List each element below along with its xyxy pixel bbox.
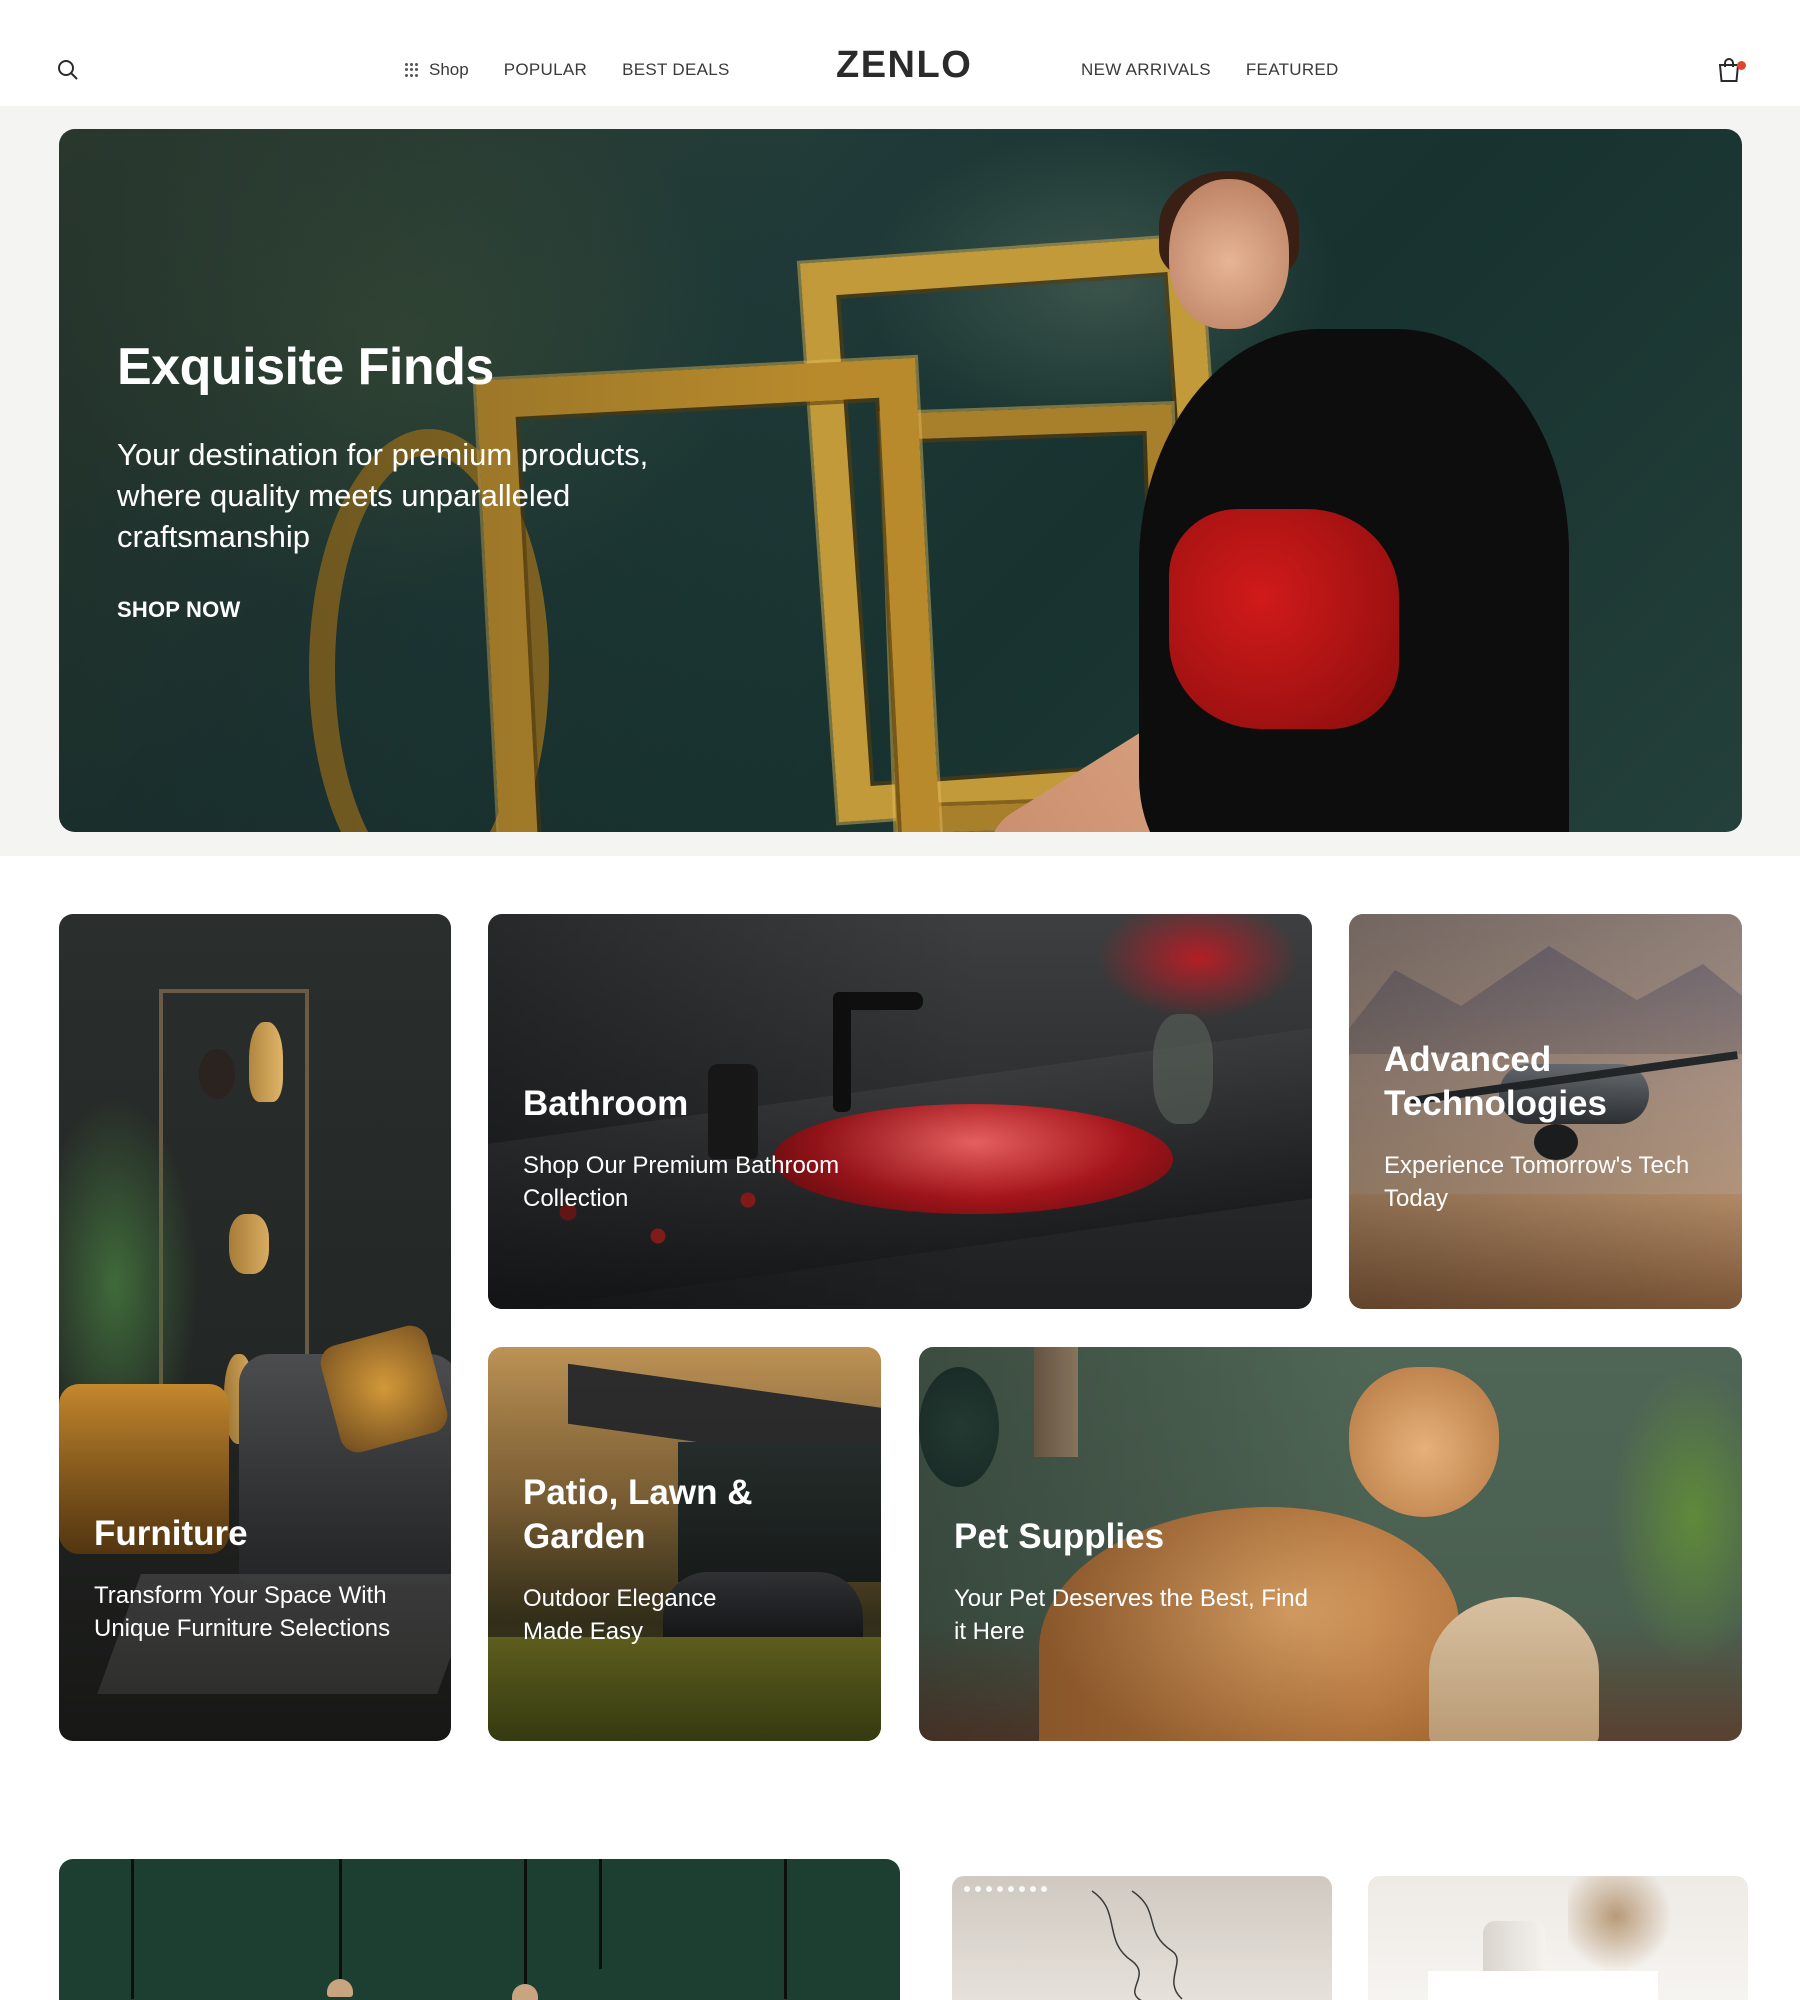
promo-card-art[interactable] bbox=[952, 1876, 1332, 2000]
search-icon[interactable] bbox=[56, 58, 80, 82]
hero-banner: Exquisite Finds Your destination for pre… bbox=[59, 129, 1742, 832]
category-subtitle: Your Pet Deserves the Best, Find it Here bbox=[954, 1585, 1308, 1645]
category-card-bathroom[interactable]: Bathroom Shop Our Premium Bathroom Colle… bbox=[488, 914, 1312, 1309]
category-card-pet-supplies[interactable]: Pet Supplies Your Pet Deserves the Best,… bbox=[919, 1347, 1742, 1741]
nav-shop-label: Shop bbox=[429, 60, 469, 79]
category-subtitle: Outdoor Elegance Made Easy bbox=[523, 1585, 717, 1645]
side-table-illustration bbox=[1428, 1971, 1658, 2000]
site-logo[interactable]: ZENLO bbox=[836, 44, 972, 87]
nav-new-arrivals[interactable]: NEW ARRIVALS bbox=[1081, 60, 1211, 80]
model-face-illustration bbox=[1169, 179, 1289, 329]
category-title: Bathroom bbox=[523, 1084, 689, 1123]
carousel-dots bbox=[964, 1886, 1047, 1892]
nav-featured[interactable]: FEATURED bbox=[1246, 60, 1339, 80]
dried-flowers-illustration bbox=[1568, 1876, 1688, 1976]
shop-now-button[interactable]: SHOP NOW bbox=[117, 597, 240, 623]
promo-card-home-decor[interactable] bbox=[1368, 1876, 1748, 2000]
category-card-patio-garden[interactable]: Patio, Lawn & Garden Outdoor Elegance Ma… bbox=[488, 1347, 881, 1741]
line-art-face-icon bbox=[1091, 1890, 1183, 2000]
pendant-cord bbox=[131, 1859, 134, 1999]
site-header: Shop POPULAR BEST DEALS ZENLO NEW ARRIVA… bbox=[0, 0, 1800, 106]
category-subtitle: Experience Tomorrow's Tech Today bbox=[1384, 1152, 1690, 1212]
category-card-furniture[interactable]: Furniture Transform Your Space With Uniq… bbox=[59, 914, 451, 1741]
grid-dots-icon bbox=[405, 63, 419, 77]
primary-nav-left: Shop POPULAR BEST DEALS bbox=[405, 60, 730, 80]
category-card-technology[interactable]: Advanced Technologies Experience Tomorro… bbox=[1349, 914, 1742, 1309]
pendant-cord bbox=[784, 1859, 787, 1999]
category-title: Advanced Technologies bbox=[1384, 1040, 1607, 1123]
nav-best-deals[interactable]: BEST DEALS bbox=[622, 60, 730, 80]
cart-badge bbox=[1737, 61, 1746, 70]
category-title: Furniture bbox=[94, 1514, 248, 1553]
pendant-cord bbox=[524, 1859, 527, 1984]
category-subtitle: Transform Your Space With Unique Furnitu… bbox=[94, 1582, 391, 1642]
nav-shop[interactable]: Shop bbox=[405, 60, 469, 80]
nav-popular[interactable]: POPULAR bbox=[504, 60, 587, 80]
promo-card-lighting[interactable] bbox=[59, 1859, 900, 2000]
hero-subtitle: Your destination for premium products, w… bbox=[117, 437, 649, 554]
category-title: Pet Supplies bbox=[954, 1517, 1165, 1556]
category-title: Patio, Lawn & Garden bbox=[523, 1473, 753, 1556]
hero-title: Exquisite Finds bbox=[117, 338, 494, 396]
pendant-cord bbox=[599, 1859, 602, 1969]
category-subtitle: Shop Our Premium Bathroom Collection bbox=[523, 1152, 840, 1212]
pendant-cord bbox=[339, 1859, 342, 1979]
primary-nav-right: NEW ARRIVALS FEATURED bbox=[1081, 60, 1339, 80]
pendant-lamp-icon bbox=[327, 1979, 353, 1997]
pendant-lamp-icon bbox=[512, 1984, 538, 2000]
model-dress-illustration bbox=[1169, 509, 1399, 729]
